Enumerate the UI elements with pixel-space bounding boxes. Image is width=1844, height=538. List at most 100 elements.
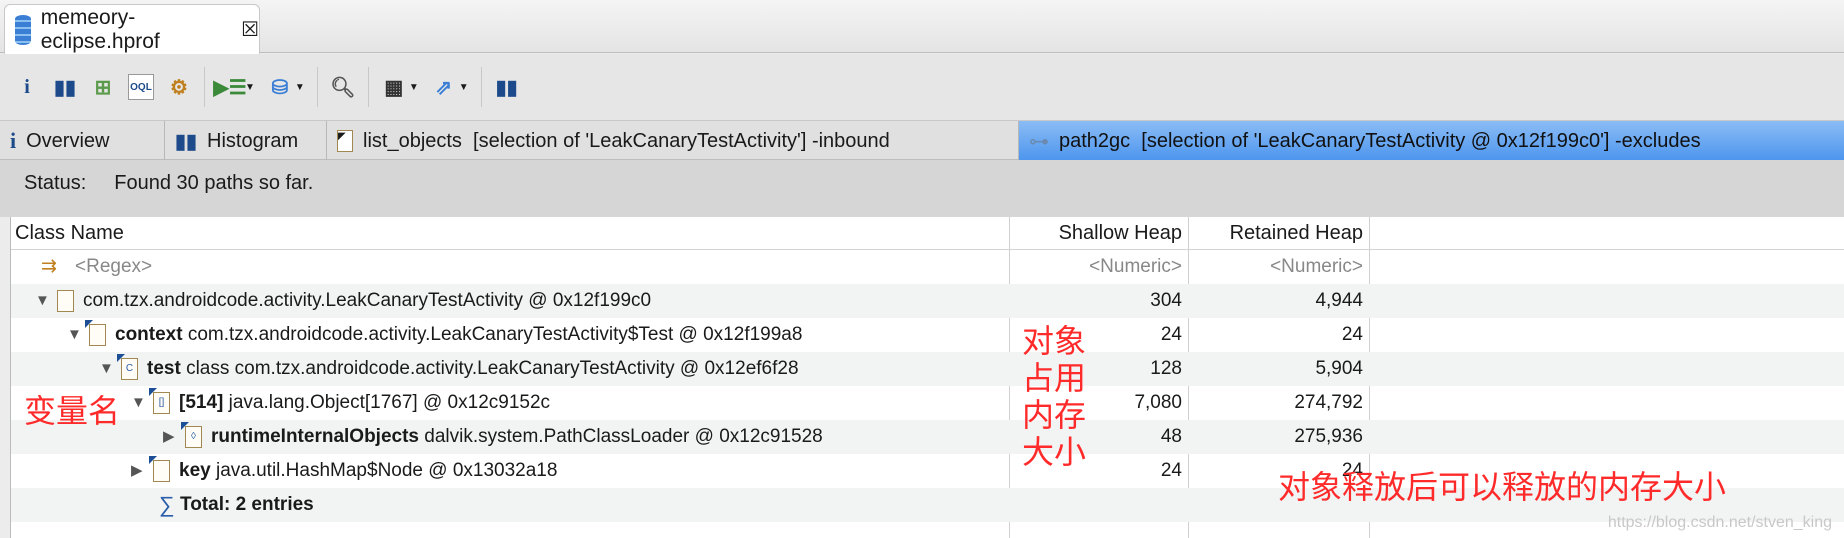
regex-filter-input[interactable]: <Regex> [75,250,152,284]
retained-heap-cell: 4,944 [1315,290,1363,311]
tab-label: Histogram [207,129,299,152]
class-name-cell: context com.tzx.androidcode.activity.Lea… [115,318,802,352]
toolbar-separator [204,67,205,107]
tab-label: Overview [26,129,110,152]
table-row[interactable]: ▼[] [514] java.lang.Object[1767] @ 0x12c9… [11,386,1844,420]
status-bar: Status: Found 30 paths so far. [0,160,1844,217]
class-name-cell: test class com.tzx.androidcode.activity.… [147,352,799,386]
class-name-cell: [514] java.lang.Object[1767] @ 0x12c9152… [179,386,550,420]
expanded-triangle-icon[interactable]: ▼ [35,284,50,318]
retained-heap-cell: 24 [1341,324,1363,345]
expanded-triangle-icon[interactable]: ▼ [131,386,146,420]
editor-tab-bar: memeory-eclipse.hprof ☒ [0,0,1844,54]
object-label: java.lang.Object[1767] @ 0x12c9152c [228,392,551,413]
object-icon [57,290,74,312]
class-name-cell: com.tzx.androidcode.activity.LeakCanaryT… [83,284,651,318]
column-header-shallow-heap[interactable]: Shallow Heap [1010,217,1182,250]
table-row[interactable]: ▼ com.tzx.androidcode.activity.LeakCanary… [11,284,1844,318]
toolbar-separator [480,67,482,107]
object-label: dalvik.system.PathClassLoader @ 0x12c915… [424,426,823,447]
object-icon: ◊ [181,422,202,448]
watermark: https://blog.csdn.net/stven_king [1607,514,1832,531]
annotation-line: 内存 [1022,397,1087,433]
table-header: Class Name Shallow Heap Retained Heap [11,217,1844,250]
tab-histogram[interactable]: ▮▮ Histogram [165,121,327,161]
chevron-down-icon[interactable]: ▼ [459,82,469,93]
editor-tab-hprof[interactable]: memeory-eclipse.hprof ☒ [4,4,260,54]
chevron-down-icon[interactable]: ▼ [295,82,305,93]
object-icon [85,320,106,346]
object-icon: C [117,354,138,380]
leak-suspects-icon[interactable]: ▮▮ [494,74,520,100]
total-label: Total: 2 entries [180,494,314,515]
object-label: com.tzx.androidcode.activity.LeakCanaryT… [187,324,803,345]
tab-label: list_objects [selection of 'LeakCanaryTe… [363,129,890,152]
toolbar-separator [316,67,318,107]
table-row[interactable]: ▼ context com.tzx.androidcode.activity.Le… [11,318,1844,352]
annotation-variable-name: 变量名 [24,393,121,429]
sum-icon: ∑ [159,492,175,517]
retained-heap-cell: 275,936 [1294,426,1363,447]
tab-overview[interactable]: i Overview [0,121,165,161]
status-label: Status: [24,172,87,194]
search-icon[interactable]: 🔍︎ [330,74,356,100]
retained-heap-cell: 5,904 [1315,358,1363,379]
object-icon: [] [149,388,170,414]
class-name-cell: key java.util.HashMap$Node @ 0x13032a18 [179,454,557,488]
editor-tab-title: memeory-eclipse.hprof [40,5,160,53]
path-to-gc-icon: ⊶ [1029,130,1049,153]
column-header-retained-heap[interactable]: Retained Heap [1189,217,1363,250]
annotation-shallow-heap: 对象 占用 内存 大小 [1022,323,1086,471]
status-text: Found 30 paths so far. [114,172,314,194]
tab-label: path2gc [selection of 'LeakCanaryTestAct… [1059,129,1701,152]
expanded-triangle-icon[interactable]: ▼ [99,352,114,386]
oql-icon[interactable]: OQL [128,74,154,100]
toolbar: i ▮▮ ⊞ OQL ⚙ ▶☰ ▼ ⛁ ▼ 🔍︎ ▦ ▼ ⇗ ▼ ▮▮ [0,54,1844,120]
annotation-line: 对象 [1022,323,1087,359]
calculator-icon[interactable]: ▦ [381,74,407,100]
chevron-down-icon[interactable]: ▼ [409,82,419,93]
shallow-heap-cell: 304 [1150,290,1182,311]
field-name: key [179,460,211,481]
tab-list-objects[interactable]: ◤ list_objects [selection of 'LeakCanaryT… [327,121,1019,161]
annotation-line: 大小 [1022,434,1087,470]
document-icon: ◤ [337,130,353,152]
filter-row: ⇉ <Regex> <Numeric> <Numeric> [11,250,1844,284]
query-browser-icon[interactable]: ▶☰ [213,74,246,100]
collapsed-triangle-icon[interactable]: ▶ [131,454,143,488]
info-icon[interactable]: i [14,74,40,100]
annotation-retained-heap: 对象释放后可以释放的内存大小 [1278,469,1727,505]
collapsed-triangle-icon[interactable]: ▶ [163,420,175,454]
retained-filter-input[interactable]: <Numeric> [1189,250,1363,284]
toolbar-separator [367,67,369,107]
field-name: runtimeInternalObjects [211,426,419,447]
histogram-icon[interactable]: ▮▮ [52,74,78,100]
object-label: java.util.HashMap$Node @ 0x13032a18 [215,460,558,481]
object-label: class com.tzx.androidcode.activity.LeakC… [186,358,799,379]
export-icon[interactable]: ⇗ [431,74,457,100]
histogram-icon: ▮▮ [175,130,198,153]
dominator-tree-icon[interactable]: ⊞ [90,74,116,100]
heap-dump-settings-icon[interactable]: ⛁ [267,74,293,100]
result-tabs: i Overview ▮▮ Histogram ◤ list_objects [sel… [0,120,1844,161]
field-name: test [147,358,181,379]
object-icon [149,456,170,482]
shallow-filter-input[interactable]: <Numeric> [1010,250,1182,284]
annotation-line: 占用 [1022,360,1087,396]
tab-path2gc[interactable]: ⊶ path2gc [selection of 'LeakCanaryTestAc… [1019,121,1844,161]
gear-icon[interactable]: ⚙ [166,74,192,100]
chevron-down-icon[interactable]: ▼ [245,82,255,93]
expanded-triangle-icon[interactable]: ▼ [67,318,82,352]
retained-heap-cell: 274,792 [1294,392,1363,413]
field-name: context [115,324,183,345]
class-name-cell: runtimeInternalObjects dalvik.system.Pat… [211,420,823,454]
object-label: com.tzx.androidcode.activity.LeakCanaryT… [83,290,652,311]
regex-filter-icon: ⇉ [41,256,57,277]
column-header-class-name[interactable]: Class Name [15,217,124,250]
heap-dump-icon [15,14,31,45]
close-icon[interactable]: ☒ [241,17,259,42]
info-icon: i [10,128,17,153]
field-name: [514] [179,392,224,413]
table-row[interactable]: ▼ Ctest class com.tzx.androidcode.activit… [11,352,1844,386]
table-row[interactable]: ▶ ◊ runtimeInternalObjects dalvik.system.P… [11,420,1844,454]
